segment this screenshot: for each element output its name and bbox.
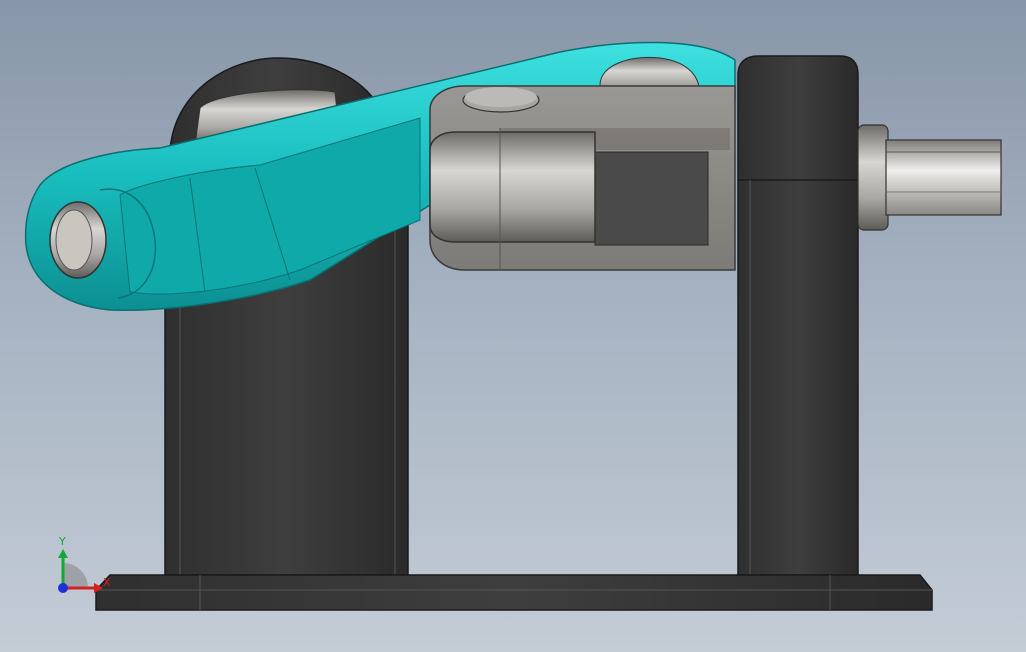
graphics-viewport[interactable]: Y X bbox=[0, 0, 1026, 652]
clevis-yoke[interactable] bbox=[429, 85, 736, 271]
triad-origin bbox=[58, 583, 68, 593]
triad-y-arrowhead bbox=[58, 549, 68, 558]
triad-y-label: Y bbox=[58, 535, 66, 548]
cad-model-view[interactable]: Y X bbox=[0, 0, 1026, 652]
output-shaft[interactable] bbox=[857, 124, 1002, 231]
left-pivot-pin[interactable] bbox=[49, 201, 107, 279]
base-plate[interactable] bbox=[95, 574, 933, 611]
orientation-triad: Y X bbox=[58, 535, 111, 593]
triad-x-label: X bbox=[103, 576, 111, 589]
triad-plane-indicator bbox=[63, 563, 88, 588]
right-upright-support[interactable] bbox=[737, 55, 859, 576]
